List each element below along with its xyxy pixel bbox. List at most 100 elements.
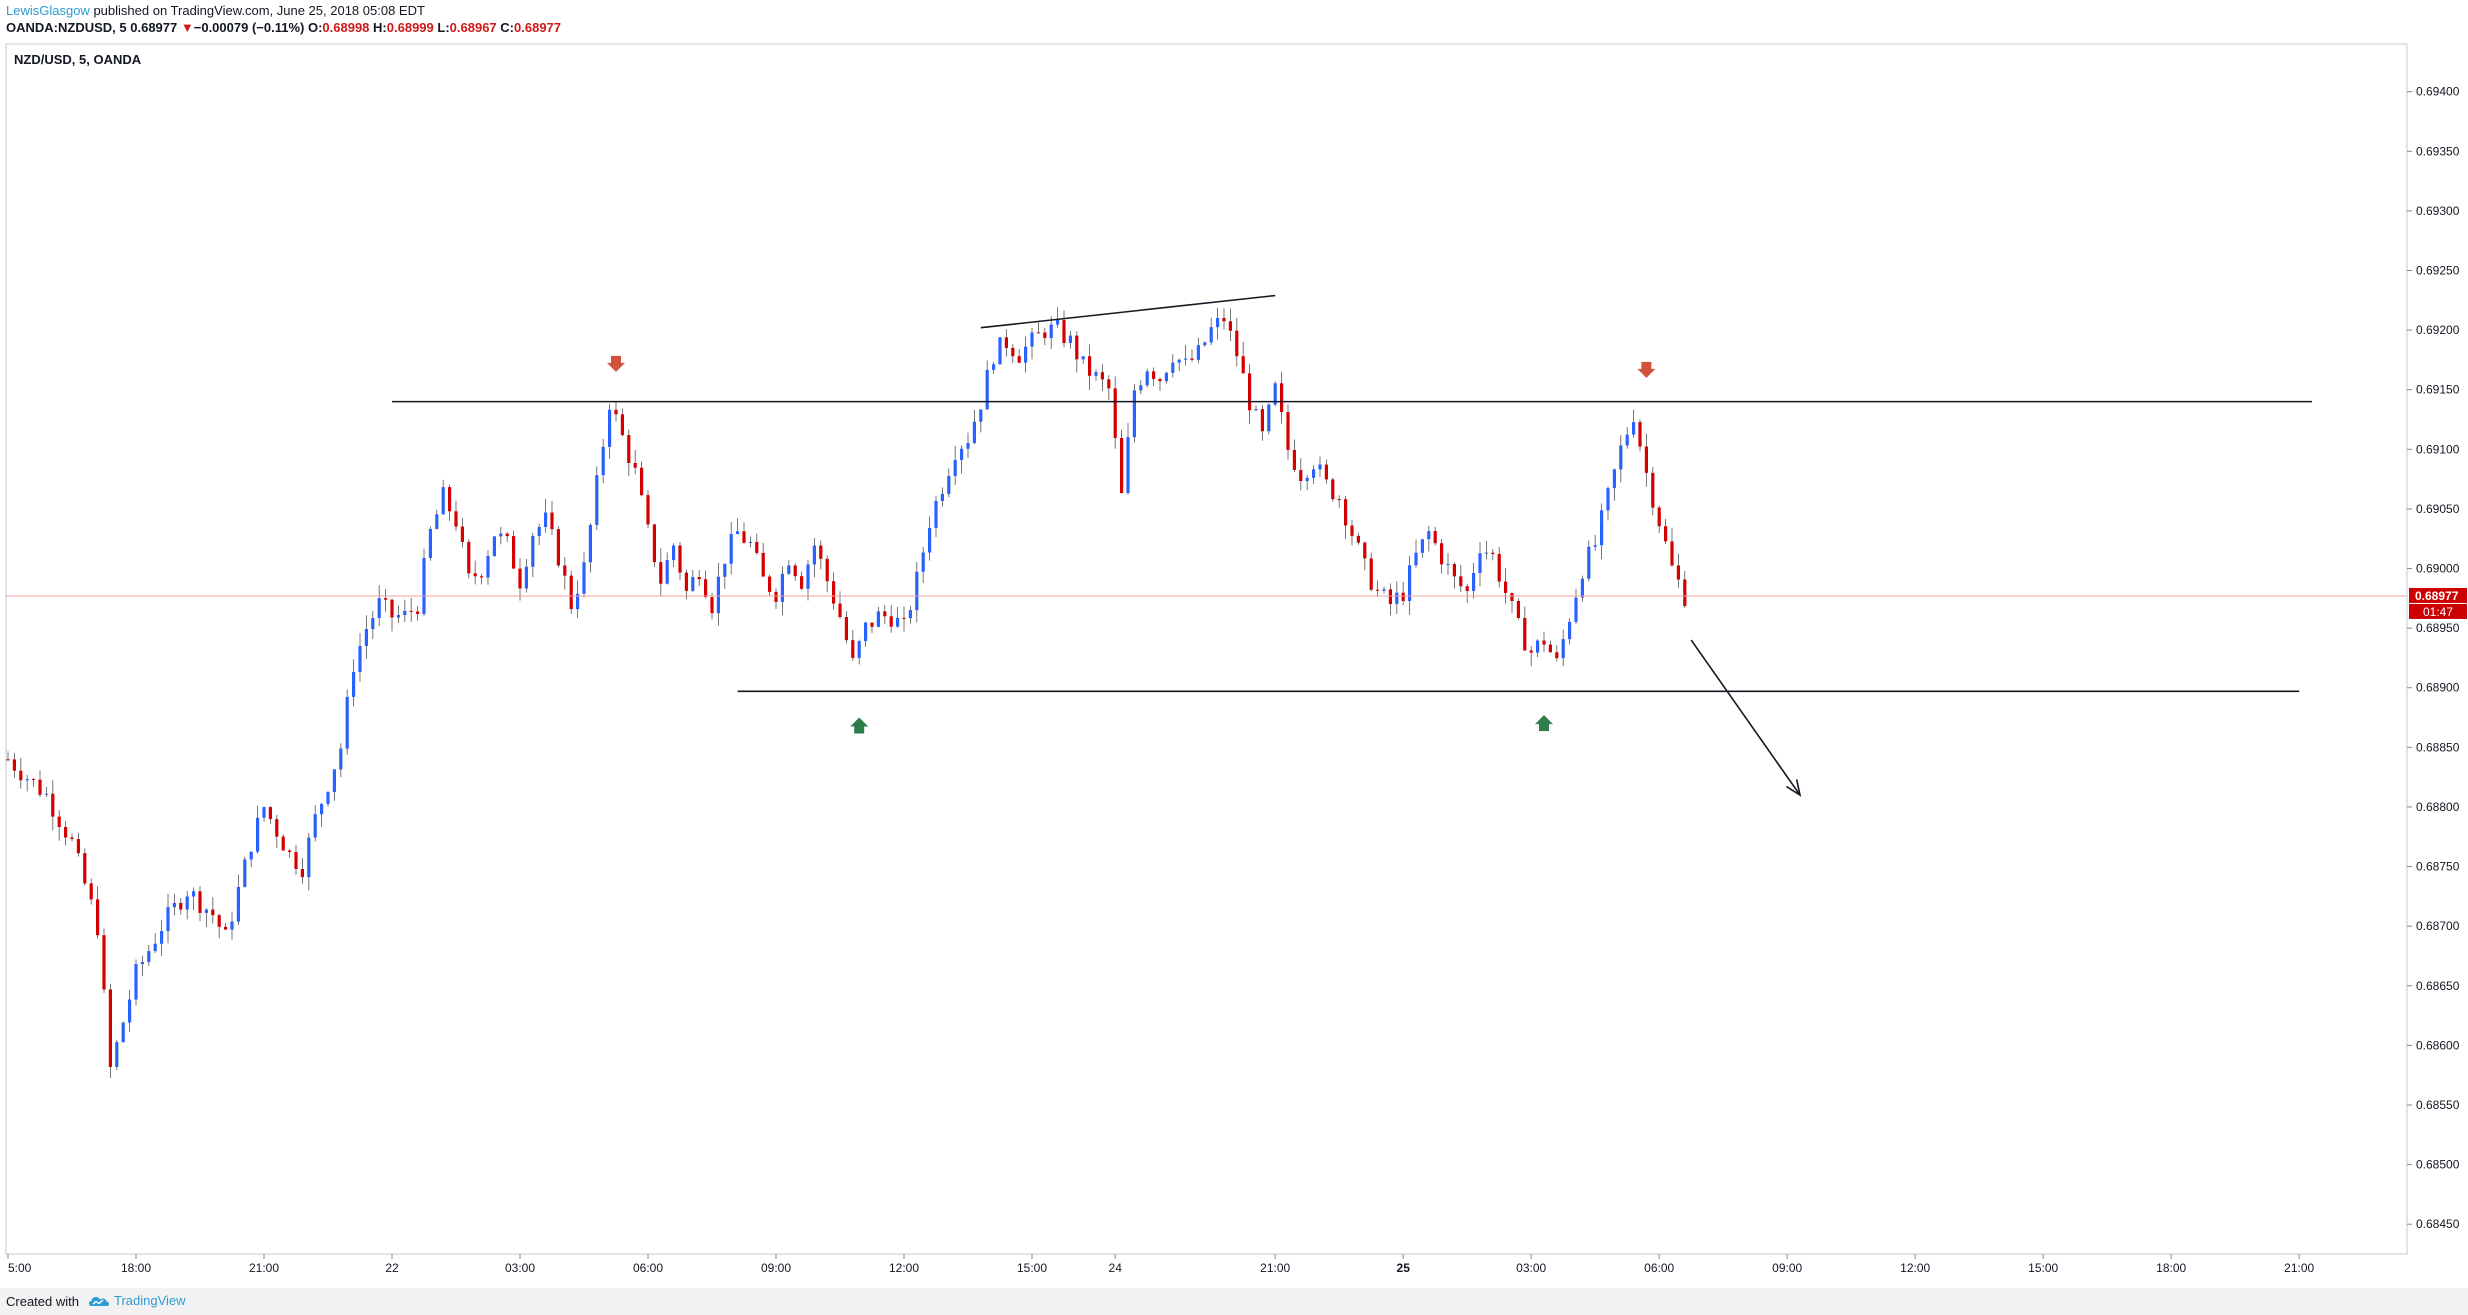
candle-down bbox=[620, 414, 624, 436]
price-axis[interactable]: 0.69400 0.69350 0.69300 0.69250 0.69200 0.691… bbox=[2406, 44, 2460, 1254]
candle-down bbox=[1158, 378, 1162, 382]
price-tick-label: 0.68550 bbox=[2416, 1098, 2460, 1112]
candle-up bbox=[1612, 469, 1616, 489]
candle-up bbox=[1420, 539, 1424, 553]
candle-down bbox=[1292, 449, 1296, 470]
candle-down bbox=[1548, 644, 1552, 653]
candle-up bbox=[1139, 385, 1143, 391]
candle-up bbox=[262, 807, 266, 818]
candle-down bbox=[57, 816, 61, 828]
candle-up bbox=[364, 629, 368, 647]
candle-up bbox=[947, 475, 951, 494]
candle-down bbox=[710, 597, 714, 614]
price-tick-label: 0.68450 bbox=[2416, 1217, 2460, 1231]
time-tick-label: 18:00 bbox=[2156, 1261, 2186, 1275]
price-chart[interactable]: NZD/USD, 5, OANDA 0.694000.693500.693000… bbox=[0, 0, 2468, 1288]
candle-down bbox=[390, 599, 394, 618]
candle-down bbox=[89, 883, 93, 900]
candle-down bbox=[1152, 371, 1156, 379]
candle-up bbox=[185, 896, 189, 910]
price-tick-label: 0.69250 bbox=[2416, 264, 2460, 278]
candle-up bbox=[121, 1022, 125, 1043]
price-tick-label: 0.68900 bbox=[2416, 681, 2460, 695]
candle-down bbox=[851, 640, 855, 658]
tradingview-brand: TradingView bbox=[114, 1293, 186, 1308]
time-tick-label: 21:00 bbox=[2284, 1261, 2314, 1275]
candle-down bbox=[108, 989, 112, 1068]
candle-up bbox=[1164, 372, 1168, 382]
candle-up bbox=[236, 886, 240, 922]
candle-down bbox=[1376, 589, 1380, 591]
countdown-badge-text: 01:47 bbox=[2423, 605, 2453, 619]
candle-up bbox=[396, 615, 400, 618]
candle-up bbox=[1318, 464, 1322, 470]
candle-up bbox=[985, 369, 989, 410]
candle-up bbox=[896, 617, 900, 627]
candle-up bbox=[998, 337, 1002, 365]
candle-down bbox=[563, 565, 567, 576]
candle-down bbox=[556, 529, 560, 566]
candle-up bbox=[524, 566, 528, 589]
price-tick-label: 0.69400 bbox=[2416, 85, 2460, 99]
candle-up bbox=[332, 769, 336, 793]
candle-up bbox=[672, 545, 676, 561]
candle-up bbox=[1395, 592, 1399, 605]
candle-up bbox=[1312, 469, 1316, 478]
candle-down bbox=[1337, 499, 1341, 501]
time-axis[interactable]: 5:00 18:00 21:00 22 03:00 06:00 09:00 12:00 15:0… bbox=[6, 1253, 2407, 1275]
candle-up bbox=[608, 409, 612, 447]
candle-up bbox=[691, 577, 695, 591]
time-tick-label: 09:00 bbox=[1772, 1261, 1802, 1275]
candle-down bbox=[1497, 553, 1501, 582]
candle-up bbox=[1625, 434, 1629, 446]
candle-up bbox=[595, 475, 599, 525]
candle-up bbox=[806, 564, 810, 589]
candle-up bbox=[1024, 346, 1028, 363]
candle-up bbox=[358, 646, 362, 673]
candle-down bbox=[678, 545, 682, 573]
candle-down bbox=[1651, 472, 1655, 508]
candle-down bbox=[755, 541, 759, 553]
candle-up bbox=[928, 527, 932, 553]
price-tick-label: 0.68700 bbox=[2416, 919, 2460, 933]
candle-up bbox=[1632, 422, 1636, 435]
candle-up bbox=[780, 573, 784, 602]
candle-down bbox=[505, 533, 509, 537]
candle-down bbox=[300, 868, 304, 878]
candle-down bbox=[1529, 650, 1533, 653]
candle-down bbox=[793, 565, 797, 577]
price-tick-label: 0.68500 bbox=[2416, 1158, 2460, 1172]
tradingview-cloud-icon bbox=[89, 1296, 109, 1306]
candle-up bbox=[1414, 552, 1418, 566]
candle-down bbox=[1433, 531, 1437, 544]
candle-down bbox=[614, 409, 618, 415]
candle-down bbox=[697, 577, 701, 580]
candle-down bbox=[1644, 446, 1648, 473]
time-tick-label: 22 bbox=[385, 1261, 399, 1275]
price-tick-label: 0.69350 bbox=[2416, 144, 2460, 158]
candle-down bbox=[96, 899, 100, 936]
candle-down bbox=[640, 467, 644, 496]
candle-down bbox=[627, 435, 631, 463]
candle-down bbox=[294, 851, 298, 869]
candle-up bbox=[812, 545, 816, 565]
tradingview-logo-link[interactable]: TradingView bbox=[88, 1293, 186, 1309]
candle-down bbox=[473, 573, 477, 577]
candle-up bbox=[960, 448, 964, 460]
candle-down bbox=[288, 850, 292, 852]
candle-down bbox=[1248, 373, 1252, 411]
candle-up bbox=[1056, 320, 1060, 325]
candle-up bbox=[748, 541, 752, 543]
candle-up bbox=[953, 459, 957, 476]
candle-up bbox=[1574, 597, 1578, 622]
candle-down bbox=[480, 576, 484, 578]
footer-bar: Created with TradingView bbox=[0, 1288, 2468, 1315]
candle-up bbox=[729, 534, 733, 564]
candle-down bbox=[1542, 640, 1546, 645]
candle-down bbox=[646, 495, 650, 525]
candle-up bbox=[582, 562, 586, 594]
candle-down bbox=[38, 779, 42, 795]
candle-down bbox=[1363, 542, 1367, 559]
candle-down bbox=[633, 462, 637, 468]
candle-down bbox=[217, 915, 221, 927]
